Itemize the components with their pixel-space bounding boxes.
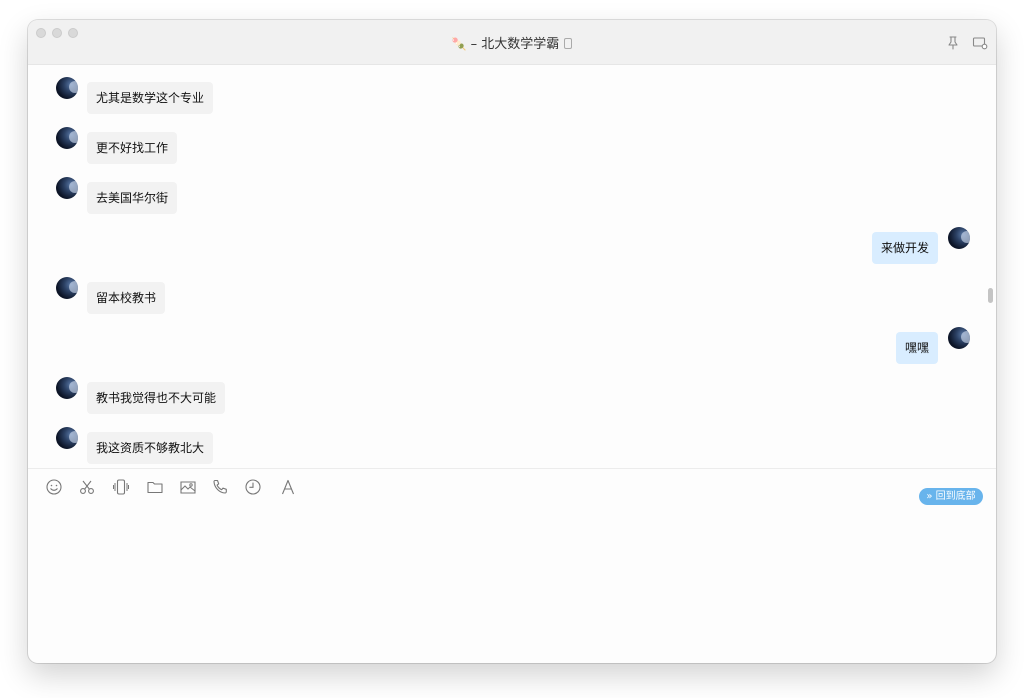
contact-avatar[interactable] xyxy=(56,277,78,299)
my-avatar[interactable] xyxy=(948,327,970,349)
incoming-message[interactable]: 去美国华尔街 xyxy=(87,182,178,214)
incoming-message[interactable]: 教书我觉得也不大可能 xyxy=(87,382,226,414)
my-avatar[interactable] xyxy=(948,227,970,249)
incoming-message[interactable]: 留本校教书 xyxy=(87,282,166,314)
scrollbar-thumb[interactable] xyxy=(988,288,993,303)
contact-avatar[interactable] xyxy=(56,377,78,399)
contact-name: 北大数学学霸 xyxy=(481,37,560,52)
pin-icon[interactable] xyxy=(945,35,961,51)
title-bar: 🍡 – 北大数学学霸 xyxy=(28,20,996,65)
shake-icon[interactable] xyxy=(112,478,130,496)
folder-icon[interactable] xyxy=(146,478,164,496)
contact-avatar[interactable] xyxy=(56,77,78,99)
contact-avatar[interactable] xyxy=(56,127,78,149)
phone-icon[interactable] xyxy=(211,478,229,496)
font-icon[interactable] xyxy=(279,478,297,496)
incoming-message[interactable]: 我这资质不够教北大 xyxy=(87,432,214,464)
outgoing-message[interactable]: 嘿嘿 xyxy=(895,332,938,364)
chat-settings-icon[interactable] xyxy=(972,35,988,51)
emoji-icon[interactable] xyxy=(45,478,63,496)
image-icon[interactable] xyxy=(179,478,197,496)
outgoing-message[interactable]: 来做开发 xyxy=(871,232,938,264)
chat-window: 🍡 – 北大数学学霸 » 回到底部 尤其是数学这个专业 更不好找工作 去美国华尔街 来做… xyxy=(28,20,996,663)
input-toolbar xyxy=(28,468,996,507)
incoming-message[interactable]: 尤其是数学这个专业 xyxy=(87,82,214,114)
title-emoji: 🍡 xyxy=(451,37,467,51)
title-separator: – xyxy=(470,37,478,52)
message-list[interactable]: » 回到底部 尤其是数学这个专业 更不好找工作 去美国华尔街 来做开发 留本校教书 嘿嘿教… xyxy=(28,65,996,505)
mobile-device-icon xyxy=(564,38,573,49)
history-clock-icon[interactable] xyxy=(244,478,262,496)
contact-avatar[interactable] xyxy=(56,177,78,199)
scissors-icon[interactable] xyxy=(78,478,96,496)
incoming-message[interactable]: 更不好找工作 xyxy=(87,132,178,164)
window-title: 🍡 – 北大数学学霸 xyxy=(28,33,996,52)
contact-avatar[interactable] xyxy=(56,427,78,449)
message-input[interactable] xyxy=(28,507,996,663)
